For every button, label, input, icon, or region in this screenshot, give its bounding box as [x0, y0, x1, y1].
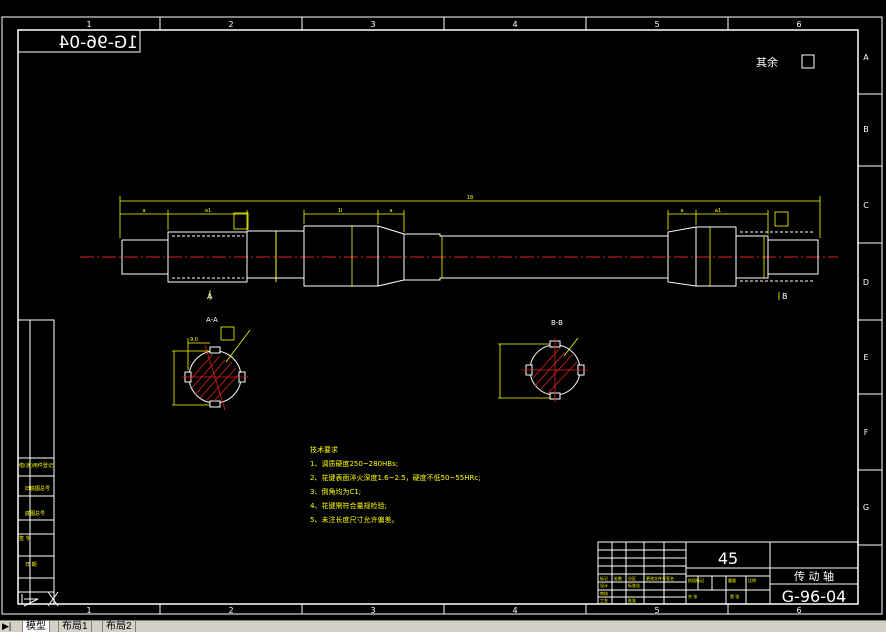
svg-text:B-B: B-B	[551, 319, 563, 327]
svg-text:1l: 1l	[338, 208, 343, 214]
svg-text:A-A: A-A	[206, 316, 218, 324]
grid-row-d: D	[863, 278, 869, 287]
dimension-values: 18 a a1 1l a a a1	[142, 195, 721, 214]
material-value: 45	[718, 549, 738, 568]
tech-req-2: 2、花键表面淬火深度1.6~2.5，硬度不低50~55HRc;	[310, 473, 481, 482]
section-b-view: B-B	[498, 319, 588, 402]
layout-tab-bar: ▶| 模型 布局1 布局2	[0, 620, 886, 632]
svg-text:a1: a1	[715, 208, 721, 214]
grid-col-3-bottom: 3	[370, 606, 375, 615]
tech-req-4: 4、花键需符合量规检验;	[310, 501, 387, 510]
shaft-outline	[121, 225, 819, 287]
section-a-mark: A	[207, 292, 213, 301]
grid-col-4-bottom: 4	[512, 606, 517, 615]
grid-row-g: G	[863, 503, 869, 512]
svg-text:标记: 标记	[600, 575, 608, 581]
grid-col-1: 1	[86, 20, 91, 29]
grid-col-5-bottom: 5	[654, 606, 659, 615]
grid-row-a: A	[863, 53, 869, 62]
svg-text:a1: a1	[205, 208, 211, 214]
svg-text:a: a	[680, 208, 683, 214]
part-name: 传 动 轴	[794, 569, 834, 583]
svg-text:更改文件号: 更改文件号	[646, 575, 666, 581]
svg-text:设计: 设计	[600, 582, 608, 588]
grid-col-6: 6	[796, 20, 801, 29]
svg-text:18: 18	[467, 195, 473, 201]
section-b-mark: B	[782, 292, 788, 301]
grid-col-5: 5	[654, 20, 659, 29]
svg-text:标准化: 标准化	[628, 582, 640, 588]
svg-text:日 期: 日 期	[25, 562, 37, 568]
technical-requirements: 技术要求 1、调质硬度250~280HBs; 2、花键表面淬火深度1.6~2.5…	[310, 445, 481, 524]
tab-layout2[interactable]: 布局2	[102, 621, 136, 632]
grid-col-2: 2	[228, 20, 233, 29]
svg-text:签名: 签名	[666, 575, 674, 581]
grid-col-6-bottom: 6	[796, 606, 801, 615]
drawing-sheet-svg: 1 2 3 4 5 6 1 2 3 4 5 6 A B C D E F G 1G…	[1, 16, 883, 615]
svg-text:旧底图总号: 旧底图总号	[25, 485, 50, 492]
svg-text:审核: 审核	[600, 590, 608, 596]
grid-row-c: C	[863, 201, 869, 210]
grid-col-2-bottom: 2	[228, 606, 233, 615]
grid-row-e: E	[863, 353, 868, 362]
tab-model[interactable]: 模型	[22, 621, 50, 632]
tab-nav-first-icon[interactable]: ▶|	[2, 621, 11, 632]
svg-text:比例: 比例	[748, 577, 756, 583]
svg-text:底图总号: 底图总号	[25, 510, 45, 517]
svg-text:批准: 批准	[628, 597, 636, 603]
svg-text:共 张: 共 张	[688, 593, 697, 599]
svg-text:借(通)用件登记: 借(通)用件登记	[19, 462, 53, 469]
svg-text:工艺: 工艺	[600, 598, 608, 603]
svg-text:阶段标记: 阶段标记	[688, 577, 704, 583]
svg-text:a: a	[142, 208, 145, 214]
svg-text:处数: 处数	[614, 575, 622, 581]
grid-col-3: 3	[370, 20, 375, 29]
svg-text:签 字: 签 字	[19, 535, 31, 542]
grid-row-f: F	[864, 428, 869, 437]
grid-row-b: B	[863, 125, 869, 134]
tab-layout1[interactable]: 布局1	[58, 621, 92, 632]
drawing-number: G-96-04	[782, 587, 847, 606]
svg-text:重量: 重量	[728, 577, 736, 583]
tech-req-title: 技术要求	[310, 445, 338, 454]
grid-col-4: 4	[512, 20, 517, 29]
tech-req-3: 3、倒角均为C1;	[310, 487, 361, 496]
drawing-number-mirrored: 1G-96-04	[58, 33, 138, 53]
svg-text:第 张: 第 张	[730, 593, 739, 599]
svg-text:a: a	[389, 208, 392, 214]
svg-text:9.0: 9.0	[190, 337, 198, 343]
grid-col-1-bottom: 1	[86, 606, 91, 615]
grid-ticks	[159, 17, 882, 614]
tech-req-5: 5、未注长度尺寸允许偏差。	[310, 515, 398, 524]
roughness-note: 其余	[756, 55, 778, 69]
tech-req-1: 1、调质硬度250~280HBs;	[310, 459, 398, 468]
roughness-symbol	[801, 54, 815, 69]
inner-frame	[17, 29, 859, 605]
outer-frame	[1, 16, 883, 615]
svg-text:分区: 分区	[628, 575, 636, 581]
section-a-view: A-A 9.0	[172, 316, 251, 411]
cad-drawing-canvas[interactable]: 1 2 3 4 5 6 1 2 3 4 5 6 A B C D E F G 1G…	[0, 0, 886, 620]
